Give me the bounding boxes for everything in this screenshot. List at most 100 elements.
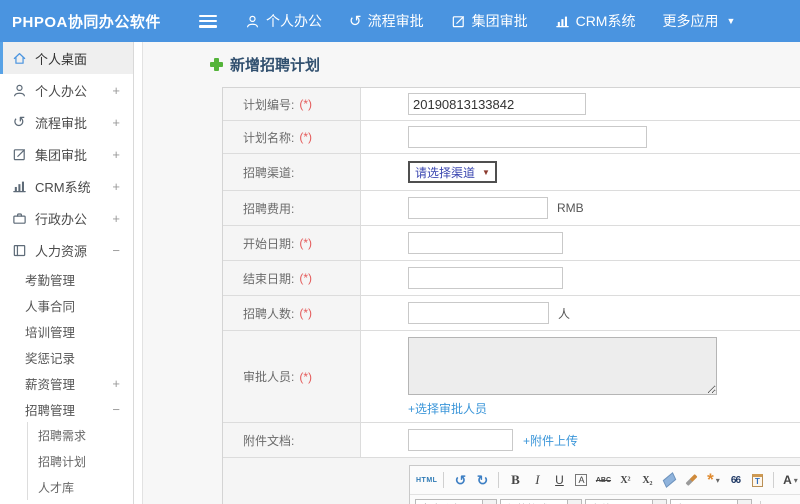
collapse-icon[interactable]: − (112, 402, 120, 417)
nav-item-personal-office[interactable]: 个人办公 (245, 11, 322, 31)
sidebar-item-crm-system[interactable]: CRM系统 + (0, 170, 133, 202)
underline-button[interactable]: U (549, 470, 569, 490)
person-icon (11, 83, 27, 98)
select-label: 字体 (586, 500, 652, 504)
toolbar-separator (498, 472, 500, 488)
form-row-plan-name: 计划名称: (*) (223, 121, 800, 154)
expand-icon[interactable]: + (112, 376, 120, 391)
sidebar-item-talent-pool[interactable]: 人才库 (27, 474, 133, 500)
eraser-button[interactable] (659, 470, 679, 490)
sidebar-item-human-resources[interactable]: 人力资源 − (0, 234, 133, 266)
nav-item-label: CRM系统 (575, 13, 636, 29)
expand-icon[interactable]: + (112, 179, 120, 194)
italic-button[interactable]: I (527, 470, 547, 490)
field-label: 招聘费用: (243, 201, 295, 216)
person-icon (245, 14, 260, 29)
nav-item-label: 更多应用 (662, 13, 719, 29)
page-title: 新增招聘计划 (210, 54, 800, 74)
end-date-input[interactable] (408, 267, 563, 289)
sidebar-item-hr-contract[interactable]: 人事合同 (0, 292, 133, 318)
custom-title-select[interactable]: 自定义标题▾ (415, 499, 497, 504)
expand-icon[interactable]: + (112, 83, 120, 98)
headcount-input[interactable] (408, 302, 549, 324)
required-mark: (*) (299, 271, 313, 285)
form-row-channel: 招聘渠道: 请选择渠道 ▼ (223, 154, 800, 191)
expand-icon[interactable]: + (112, 211, 120, 226)
font-color-button[interactable]: A (780, 470, 800, 490)
fee-input[interactable] (408, 197, 548, 219)
sidebar-item-label: 培训管理 (25, 325, 76, 340)
undo-icon: ↺ (454, 471, 467, 488)
form-row-end-date: 结束日期: (*) (223, 261, 800, 296)
expand-icon[interactable]: + (112, 115, 120, 130)
menu-icon[interactable] (199, 14, 217, 28)
field-label: 计划编号: (243, 97, 295, 112)
paragraph-format-select[interactable]: 段落格式▾ (500, 499, 582, 504)
blockquote-button[interactable]: 66 (725, 470, 745, 490)
font-border-button[interactable]: A (571, 470, 591, 490)
font-family-select[interactable]: 字体▾ (585, 499, 667, 504)
font-size-select[interactable]: 字号▾ (670, 499, 752, 504)
dropdown-arrow-icon: ▾ (652, 500, 666, 504)
sidebar-item-salary-mgmt[interactable]: 薪资管理 + (0, 370, 133, 396)
bold-icon: B (511, 472, 520, 487)
redo-button[interactable]: ↻ (472, 470, 492, 490)
field-label: 开始日期: (243, 236, 295, 251)
nav-item-crm-system[interactable]: CRM系统 (555, 11, 636, 31)
approvers-textarea[interactable] (408, 337, 717, 395)
upload-attachment-link[interactable]: +附件上传 (523, 432, 578, 449)
form-row-start-date: 开始日期: (*) (223, 226, 800, 261)
page-title-text: 新增招聘计划 (230, 56, 321, 74)
sidebar-item-workflow-approval[interactable]: ↺ 流程审批 + (0, 106, 133, 138)
sidebar-item-attendance-mgmt[interactable]: 考勤管理 (0, 266, 133, 292)
sidebar-item-personal-office[interactable]: 个人办公 + (0, 74, 133, 106)
field-label: 附件文档: (243, 433, 295, 448)
dropdown-arrow-icon: ▾ (737, 500, 751, 504)
paste-as-text-button[interactable]: T (747, 470, 767, 490)
collapse-icon[interactable]: − (112, 243, 120, 258)
edit-icon (11, 147, 27, 162)
select-label: 段落格式 (501, 500, 567, 504)
blockquote-icon: 66 (730, 474, 741, 486)
superscript-button[interactable]: X² (615, 470, 635, 490)
field-label: 审批人员: (243, 370, 295, 384)
undo-button[interactable]: ↺ (450, 470, 470, 490)
dropdown-arrow-icon: ▾ (482, 500, 496, 504)
paint-format-button[interactable]: * (703, 470, 723, 490)
sidebar-item-group-approval[interactable]: 集团审批 + (0, 138, 133, 170)
select-approvers-link[interactable]: +选择审批人员 (408, 400, 487, 417)
html-source-button[interactable]: HTML (416, 470, 437, 490)
align-left-button[interactable] (767, 499, 787, 504)
top-nav: PHPOA协同办公软件 个人办公 ↺ 流程审批 集团审批 CRM系统 更多应用 ▼ (0, 0, 800, 42)
bold-button[interactable]: B (505, 470, 525, 490)
app-brand: PHPOA协同办公软件 (12, 13, 161, 31)
strikethrough-icon: ABC (595, 476, 612, 484)
form-row-headcount: 招聘人数: (*) 人 (223, 296, 800, 331)
editor-toolbar-row-2: 自定义标题▾段落格式▾字体▾字号▾∞∞ (410, 495, 800, 504)
sidebar-item-recruit-mgmt[interactable]: 招聘管理 − (0, 396, 133, 422)
recruit-channel-select[interactable]: 请选择渠道 ▼ (408, 161, 497, 183)
attachment-input[interactable] (408, 429, 513, 451)
nav-item-workflow-approval[interactable]: ↺ 流程审批 (349, 11, 424, 31)
sidebar-item-personal-desktop[interactable]: 个人桌面 (0, 42, 133, 74)
strikethrough-button[interactable]: ABC (593, 470, 613, 490)
start-date-input[interactable] (408, 232, 563, 254)
paint-format-icon: * (707, 470, 714, 489)
select-label: 字号 (671, 500, 737, 504)
expand-icon[interactable]: + (112, 147, 120, 162)
sidebar-item-admin-office[interactable]: 行政办公 + (0, 202, 133, 234)
sidebar-item-reward-records[interactable]: 奖惩记录 (0, 344, 133, 370)
caret-icon: ▼ (726, 15, 736, 26)
sidebar-item-recruit-demand[interactable]: 招聘需求 (27, 422, 133, 448)
plan-name-input[interactable] (408, 126, 647, 148)
sidebar-item-recruit-plan[interactable]: 招聘计划 (27, 448, 133, 474)
align-center-button[interactable] (789, 499, 800, 504)
plan-no-input[interactable] (408, 93, 586, 115)
nav-item-group-approval[interactable]: 集团审批 (451, 11, 528, 31)
unit-label: 人 (558, 306, 571, 321)
nav-item-more-apps[interactable]: 更多应用 ▼ (662, 11, 735, 31)
sidebar-item-training-mgmt[interactable]: 培训管理 (0, 318, 133, 344)
subscript-button[interactable]: X₂ (637, 470, 657, 490)
format-brush-button[interactable] (681, 470, 701, 490)
form-row-plan-no: 计划编号: (*) (223, 88, 800, 121)
